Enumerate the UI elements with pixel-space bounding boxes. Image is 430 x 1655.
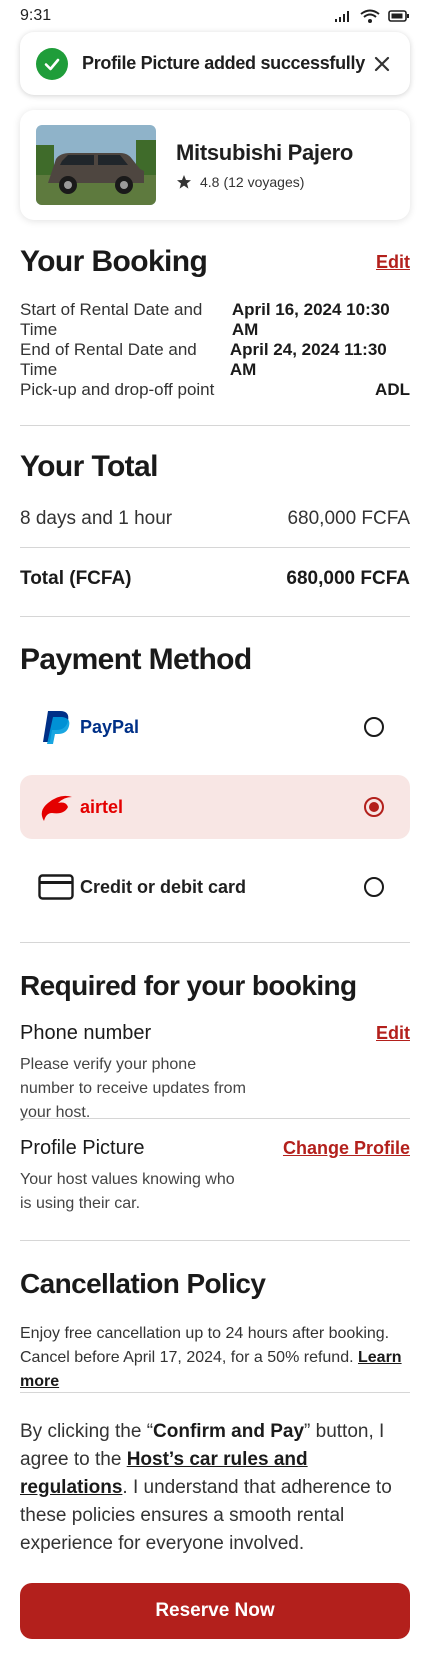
- payment-option-label: PayPal: [80, 716, 140, 737]
- radio-button-selected[interactable]: [364, 797, 384, 817]
- signal-icon: [335, 11, 349, 22]
- close-icon[interactable]: [370, 52, 394, 76]
- duration-label: 8 days and 1 hour: [20, 508, 173, 529]
- car-rating: 4.8 (12 voyages): [176, 174, 353, 190]
- divider: [20, 547, 410, 548]
- status-time: 9:31: [20, 7, 52, 24]
- success-toast: Profile Picture added successfully: [20, 32, 410, 95]
- required-profile: Profile Picture Change Profile Your host…: [20, 1137, 410, 1216]
- divider: [20, 425, 410, 426]
- agreement-text: By clicking the “Confirm and Pay” button…: [20, 1418, 410, 1558]
- total-row: Total (FCFA) 680,000 FCFA: [20, 568, 410, 590]
- booking-row-value: ADL: [375, 380, 410, 399]
- booking-header: Your Booking Edit: [20, 245, 410, 279]
- booking-row-label: End of Rental Date and Time: [20, 340, 197, 379]
- payment-title: Payment Method: [20, 643, 252, 676]
- booking-row-value: April 24, 2024 11:30 AM: [229, 340, 387, 379]
- payment-option-label: Credit or debit card: [80, 876, 247, 897]
- divider: [20, 1392, 410, 1393]
- cancellation-body: Enjoy free cancellation up to 24 hours a…: [20, 1325, 390, 1366]
- phone-title: Phone number: [20, 1022, 152, 1044]
- total-title: Your Total: [20, 450, 158, 483]
- paypal-icon: [36, 707, 76, 747]
- booking-edit-link[interactable]: Edit: [376, 252, 410, 273]
- total-header: Your Total: [20, 450, 410, 484]
- reserve-now-button[interactable]: Reserve Now: [20, 1583, 410, 1639]
- payment-header: Payment Method: [20, 643, 410, 677]
- divider: [20, 1240, 410, 1241]
- cancellation-title: Cancellation Policy: [20, 1268, 266, 1299]
- cancellation-text: Enjoy free cancellation up to 24 hours a…: [20, 1322, 410, 1394]
- divider: [20, 942, 410, 943]
- total-label: Total (FCFA): [20, 568, 132, 589]
- radio-button[interactable]: [364, 877, 384, 897]
- rating-value: 4.8: [200, 174, 220, 190]
- payment-option-card[interactable]: Credit or debit card: [20, 855, 410, 919]
- booking-row-label: Start of Rental Date and Time: [20, 300, 203, 339]
- toast-message: Profile Picture added successfully: [82, 53, 365, 73]
- booking-row-end: End of Rental Date and Time April 24, 20…: [20, 340, 410, 380]
- divider: [20, 616, 410, 617]
- total-value: 680,000 FCFA: [286, 568, 410, 589]
- status-bar: 9:31: [0, 0, 430, 32]
- profile-description: Your host values knowing who is using th…: [20, 1171, 235, 1212]
- wifi-icon: [360, 9, 380, 23]
- battery-icon: [388, 10, 409, 22]
- payment-option-label: airtel: [80, 796, 124, 817]
- phone-description: Please verify your phone number to recei…: [20, 1056, 246, 1121]
- car-card[interactable]: Mitsubishi Pajero 4.8 (12 voyages): [20, 110, 410, 220]
- payment-option-paypal[interactable]: PayPal: [20, 695, 410, 759]
- star-icon: [177, 175, 191, 189]
- car-image: [36, 125, 156, 205]
- booking-row-pickup: Pick-up and drop-off point ADL: [20, 380, 410, 400]
- airtel-icon: [36, 787, 76, 827]
- booking-row-value: April 16, 2024 10:30 AM: [231, 300, 390, 339]
- check-circle-icon: [36, 47, 68, 80]
- confirm-pay-ref: Confirm and Pay: [153, 1421, 305, 1442]
- voyages-count: (12 voyages): [223, 174, 305, 190]
- profile-title: Profile Picture: [20, 1137, 145, 1159]
- radio-button[interactable]: [364, 717, 384, 737]
- cancellation-header: Cancellation Policy: [20, 1268, 410, 1300]
- booking-row-label: Pick-up and drop-off point: [20, 380, 215, 399]
- phone-edit-link[interactable]: Edit: [376, 1023, 410, 1044]
- change-profile-link[interactable]: Change Profile: [283, 1138, 410, 1159]
- credit-card-icon: [36, 867, 76, 907]
- car-name: Mitsubishi Pajero: [176, 140, 354, 165]
- agreement-prefix: By clicking the “: [20, 1421, 154, 1442]
- duration-value: 680,000 FCFA: [287, 508, 410, 529]
- divider: [20, 1118, 410, 1119]
- total-duration-row: 8 days and 1 hour 680,000 FCFA: [20, 508, 410, 530]
- required-title: Required for your booking: [20, 970, 357, 1001]
- booking-title: Your Booking: [20, 245, 208, 278]
- required-phone: Phone number Edit Please verify your pho…: [20, 1022, 410, 1125]
- payment-option-airtel[interactable]: airtel: [20, 775, 410, 839]
- booking-row-start: Start of Rental Date and Time April 16, …: [20, 300, 410, 340]
- status-icons: [334, 9, 410, 23]
- required-header: Required for your booking: [20, 970, 410, 1002]
